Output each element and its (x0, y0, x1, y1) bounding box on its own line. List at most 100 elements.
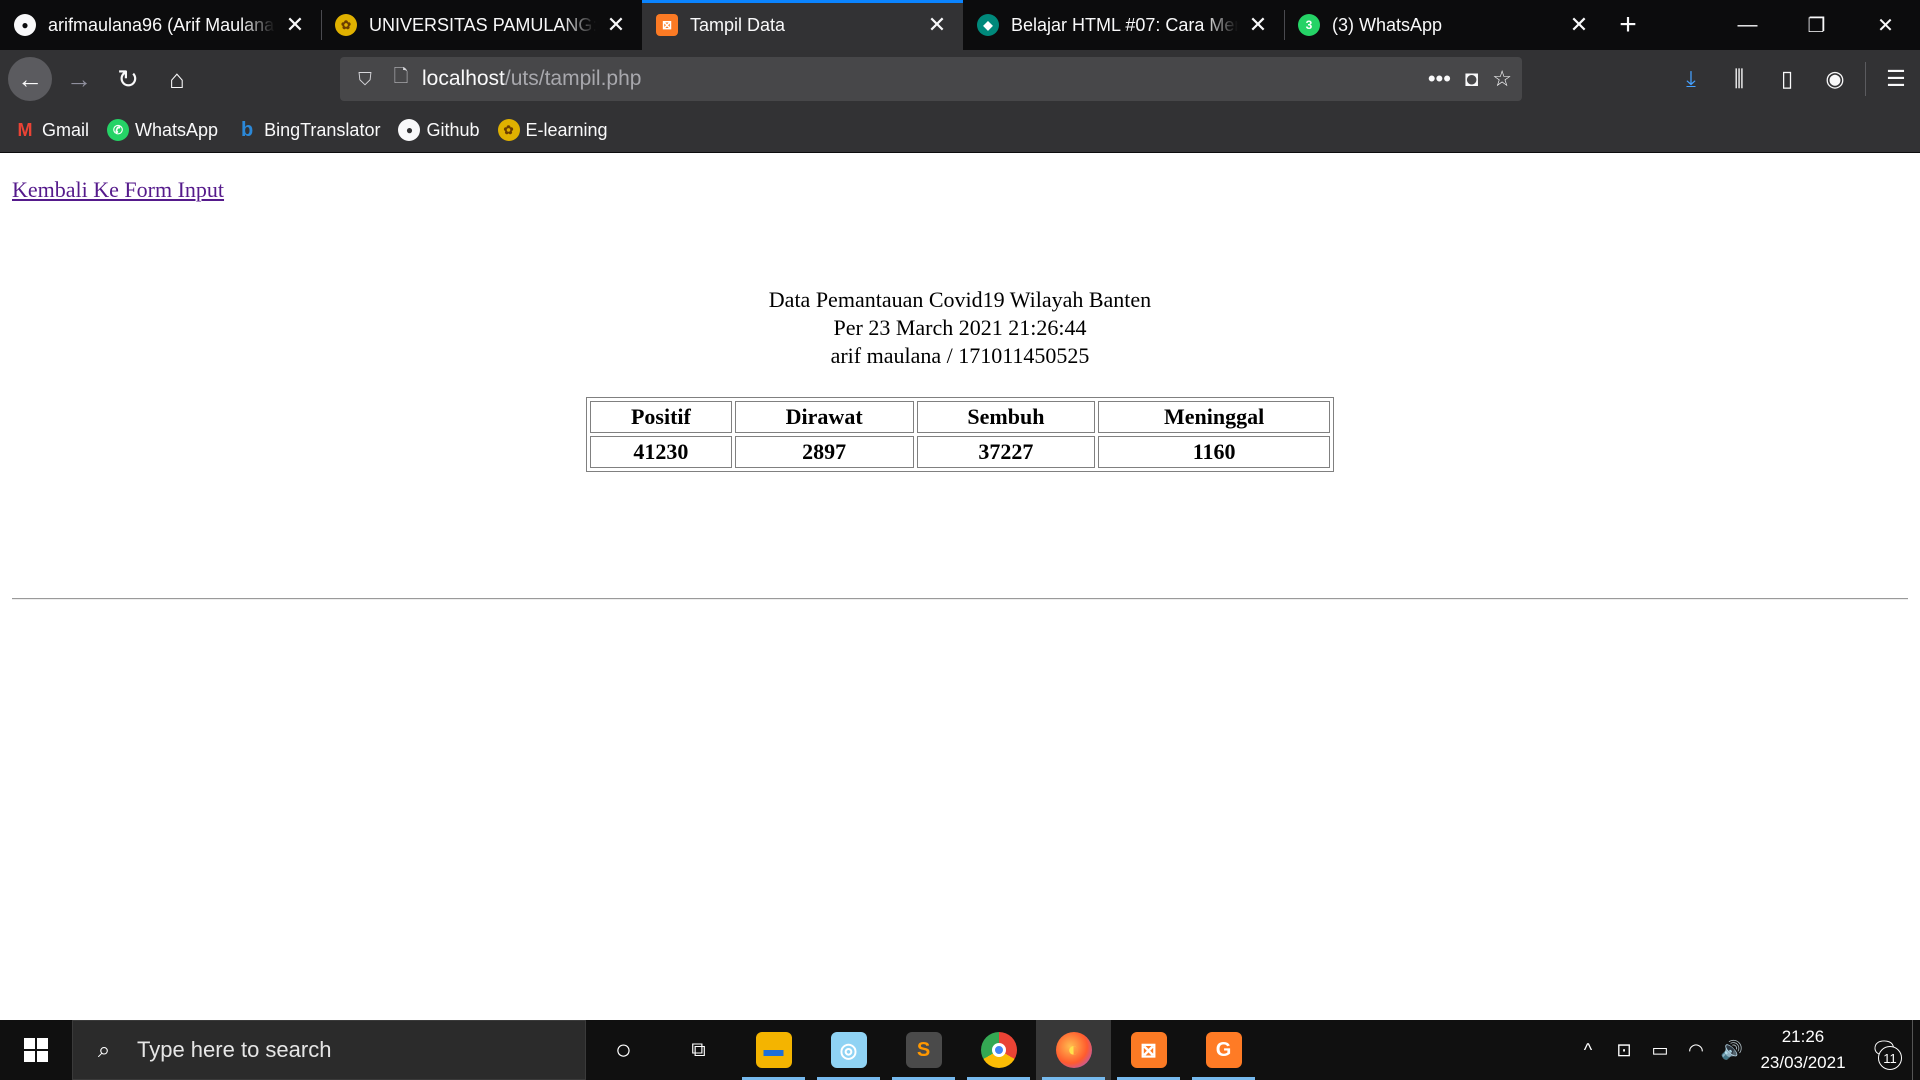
report-heading: Data Pemantauan Covid19 Wilayah Banten P… (0, 286, 1920, 370)
taskbar-clock[interactable]: 21:26 23/03/2021 (1750, 1024, 1856, 1076)
tab-close-icon[interactable]: ✕ (925, 12, 949, 37)
clock-time: 21:26 (1781, 1027, 1825, 1046)
pdf-reader-icon: G (1205, 1032, 1242, 1068)
page-info-icon[interactable]: 🗋 (386, 64, 416, 94)
github-icon: ● (398, 119, 421, 141)
forward-button[interactable]: → (57, 57, 101, 101)
home-button[interactable]: ⌂ (155, 57, 199, 101)
bookmark-label: WhatsApp (135, 119, 219, 140)
bookmark-github[interactable]: ● Github (398, 119, 480, 141)
tab-title: (3) WhatsApp (1332, 14, 1443, 35)
report-author: arif maulana / 171011450525 (830, 343, 1090, 368)
bookmark-bingtranslator[interactable]: b BingTranslator (236, 118, 381, 141)
taskbar-app-xampp[interactable]: ⊠ (1111, 1020, 1186, 1080)
minimize-button[interactable]: — (1713, 0, 1782, 50)
cell-meninggal: 1160 (1098, 436, 1330, 468)
battery-icon[interactable]: ▭ (1642, 1020, 1678, 1080)
account-icon[interactable]: ◉ (1811, 50, 1859, 108)
url-path: /uts/tampil.php (504, 67, 642, 90)
clock-date: 23/03/2021 (1760, 1053, 1846, 1072)
header-dirawat: Dirawat (734, 401, 914, 433)
unpam-icon: ✿ (497, 119, 520, 141)
start-button[interactable] (0, 1020, 72, 1080)
show-hidden-icons-chevron-icon[interactable]: ^ (1570, 1020, 1606, 1080)
notification-count-badge: 11 (1878, 1046, 1902, 1070)
action-center-button[interactable]: 🗨 11 (1856, 1020, 1912, 1080)
xampp-icon: ⊠ (656, 14, 678, 36)
download-icon[interactable]: ⤓ (1667, 50, 1715, 108)
url-text[interactable]: localhost/uts/tampil.php (422, 67, 641, 91)
wifi-icon[interactable]: ◠ (1678, 1020, 1714, 1080)
meet-now-icon[interactable]: ⊡ (1606, 1020, 1642, 1080)
tab-tampil-data[interactable]: ⊠ Tampil Data ✕ (642, 0, 963, 50)
bookmark-gmail[interactable]: M Gmail (14, 119, 90, 141)
task-view-icon: ⧉ (691, 1038, 706, 1061)
tab-github[interactable]: ● arifmaulana96 (Arif Maulana) ✕ (0, 0, 321, 50)
show-desktop-button[interactable] (1912, 1020, 1920, 1080)
report-date: Per 23 March 2021 21:26:44 (833, 315, 1087, 340)
tab-close-icon[interactable]: ✕ (1246, 12, 1270, 37)
back-button[interactable]: ← (8, 57, 52, 101)
bookmark-e-learning[interactable]: ✿ E-learning (497, 119, 608, 141)
chrome-icon (980, 1032, 1017, 1068)
file-explorer-icon: ▬ (755, 1032, 792, 1068)
page-actions-more-icon[interactable]: ••• (1428, 66, 1451, 92)
bookmark-label: Gmail (42, 119, 90, 140)
bing-icon: b (240, 118, 254, 141)
tab-unpam[interactable]: ✿ UNIVERSITAS PAMULANG: Log in to the si… (321, 0, 642, 50)
taskbar-app-file-explorer[interactable]: ▬ (736, 1020, 811, 1080)
toolbar-divider (1865, 62, 1866, 96)
cortana-button[interactable]: ○ (586, 1020, 661, 1080)
tracking-protection-shield-icon[interactable]: ⛉ (350, 64, 380, 94)
reload-button[interactable]: ↻ (106, 57, 150, 101)
chrome-center (991, 1043, 1006, 1057)
bookmark-whatsapp[interactable]: ✆ WhatsApp (107, 119, 218, 141)
firefox-icon: ◐ (1055, 1032, 1092, 1068)
taskbar-app-pdf-reader[interactable]: G (1186, 1020, 1261, 1080)
header-sembuh: Sembuh (916, 401, 1096, 433)
task-view-button[interactable]: ⧉ (661, 1020, 736, 1080)
tab-close-icon[interactable]: ✕ (1567, 12, 1591, 37)
page-content: Kembali Ke Form Input Data Pemantauan Co… (0, 153, 1920, 1020)
pocket-icon[interactable]: ◘ (1465, 66, 1478, 92)
table-row: 41230 2897 37227 1160 (590, 436, 1330, 468)
sidebar-icon[interactable]: ▯ (1763, 50, 1811, 108)
taskbar-app-sublime-text[interactable]: S (886, 1020, 961, 1080)
url-host: localhost (422, 67, 505, 90)
bookmark-star-icon[interactable]: ☆ (1492, 66, 1512, 92)
tab-belajar-html[interactable]: ◆ Belajar HTML #07: Cara Membuat Tabel d… (963, 0, 1284, 50)
taskbar-app-photos[interactable]: ◎ (811, 1020, 886, 1080)
bookmark-label: Github (426, 119, 480, 140)
address-bar[interactable]: ⛉ 🗋 localhost/uts/tampil.php ••• ◘ ☆ (340, 57, 1522, 101)
system-tray: ^ ⊡ ▭ ◠ 🔊 21:26 23/03/2021 🗨 11 (1570, 1020, 1920, 1080)
restore-button[interactable]: ❐ (1782, 0, 1851, 50)
taskbar-app-firefox[interactable]: ◐ (1036, 1020, 1111, 1080)
windows-taskbar: ⌕ Type here to search ○ ⧉ ▬ ◎ S ◐ ⊠ G ^ … (0, 1020, 1920, 1080)
menu-icon[interactable]: ☰ (1872, 50, 1920, 108)
taskbar-app-chrome[interactable] (961, 1020, 1036, 1080)
tab-close-icon[interactable]: ✕ (283, 12, 307, 37)
header-meninggal: Meninggal (1098, 401, 1330, 433)
new-tab-button[interactable]: + (1605, 0, 1651, 50)
search-icon: ⌕ (97, 1037, 111, 1062)
gmail-icon: M (17, 119, 33, 140)
cell-positif: 41230 (590, 436, 732, 468)
taskbar-search-box[interactable]: ⌕ Type here to search (72, 1020, 586, 1080)
volume-icon[interactable]: 🔊 (1714, 1020, 1750, 1080)
whatsapp-icon: 3 (1298, 14, 1320, 36)
navigation-toolbar: ← → ↻ ⌂ ⛉ 🗋 localhost/uts/tampil.php •••… (0, 50, 1920, 108)
toolbar-icons: ⤓ ⫼ ▯ ◉ ☰ (1667, 50, 1920, 108)
horizontal-rule (12, 598, 1908, 600)
url-actions: ••• ◘ ☆ (1428, 57, 1512, 101)
tab-whatsapp[interactable]: 3 (3) WhatsApp ✕ (1284, 0, 1605, 50)
cortana-icon: ○ (615, 1034, 632, 1065)
close-window-button[interactable]: ✕ (1851, 0, 1920, 50)
bookmark-label: E-learning (525, 119, 608, 140)
library-icon[interactable]: ⫼ (1715, 50, 1763, 108)
covid-data-table: Positif Dirawat Sembuh Meninggal 41230 2… (586, 397, 1334, 472)
tab-strip: ● arifmaulana96 (Arif Maulana) ✕ ✿ UNIVE… (0, 0, 1920, 50)
cell-sembuh: 37227 (916, 436, 1096, 468)
tab-close-icon[interactable]: ✕ (604, 12, 628, 37)
whatsapp-icon: ✆ (107, 119, 130, 141)
back-to-form-link[interactable]: Kembali Ke Form Input (12, 177, 224, 203)
